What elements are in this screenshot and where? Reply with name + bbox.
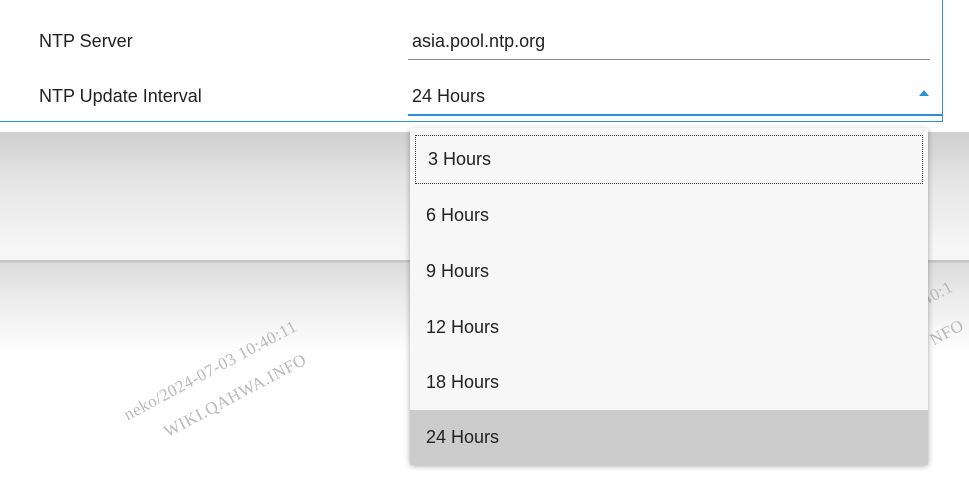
dropdown-option-selected[interactable]: 24 Hours — [410, 410, 928, 465]
ntp-server-underline — [408, 59, 930, 60]
dropdown-option[interactable]: 9 Hours — [410, 244, 928, 299]
ntp-server-label: NTP Server — [39, 31, 133, 51]
ntp-interval-dropdown: 3 Hours 6 Hours 9 Hours 12 Hours 18 Hour… — [410, 128, 928, 465]
dropdown-option[interactable]: 6 Hours — [410, 188, 928, 243]
ntp-interval-label: NTP Update Interval — [39, 86, 202, 106]
ntp-interval-select[interactable]: 24 Hours — [412, 86, 485, 107]
ntp-server-input[interactable]: asia.pool.ntp.org — [412, 31, 545, 52]
chevron-up-icon[interactable] — [919, 90, 929, 96]
dropdown-option[interactable]: 3 Hours — [412, 132, 926, 187]
ntp-settings-panel: NTP Server asia.pool.ntp.org NTP Update … — [0, 0, 943, 122]
dropdown-option[interactable]: 12 Hours — [410, 300, 928, 355]
dropdown-option[interactable]: 18 Hours — [410, 355, 928, 410]
ntp-interval-underline — [408, 114, 942, 116]
